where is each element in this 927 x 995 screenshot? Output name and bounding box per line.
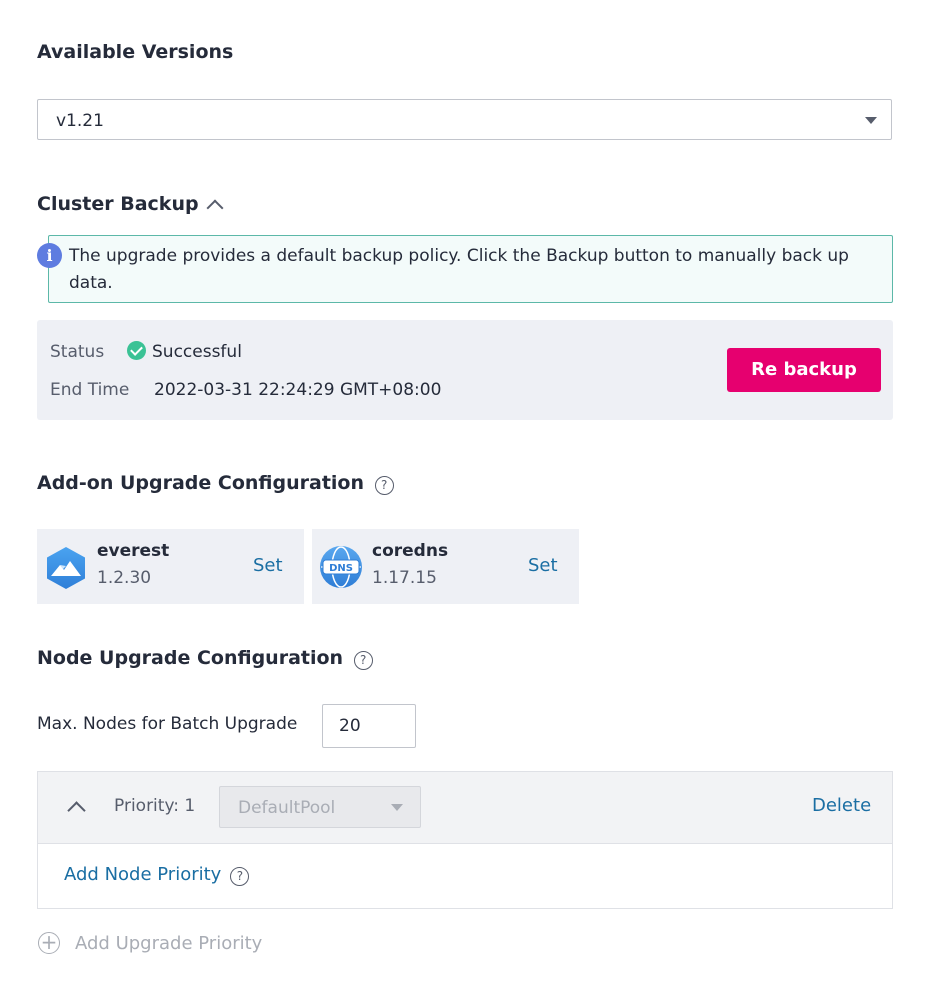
help-icon[interactable]: ? <box>374 476 394 495</box>
add-node-priority-link[interactable]: Add Node Priority <box>64 864 221 885</box>
max-nodes-label: Max. Nodes for Batch Upgrade <box>37 714 298 734</box>
add-node-priority-row: Add Node Priority ? <box>64 864 250 886</box>
priority-panel: Priority: 1 DefaultPool Delete Add Node … <box>37 771 893 909</box>
help-icon[interactable]: ? <box>353 651 373 670</box>
end-time-value: 2022-03-31 22:24:29 GMT+08:00 <box>154 380 442 400</box>
end-time-label: End Time <box>50 380 130 400</box>
delete-priority-link[interactable]: Delete <box>812 795 871 816</box>
node-pool-select[interactable]: DefaultPool <box>219 786 421 828</box>
rebackup-button[interactable]: Re backup <box>727 348 881 392</box>
add-upgrade-priority-button[interactable]: Add Upgrade Priority <box>75 933 262 954</box>
version-select-value: v1.21 <box>56 111 104 131</box>
priority-label: Priority: 1 <box>114 796 196 816</box>
info-icon: i <box>37 243 62 268</box>
addon-name: coredns <box>372 541 449 561</box>
priority-header: Priority: 1 DefaultPool Delete <box>38 772 892 844</box>
dns-icon-text: DNS <box>329 563 353 574</box>
addon-card-everest: everest 1.2.30 Set <box>37 529 304 604</box>
cluster-backup-title: Cluster Backup <box>37 193 199 215</box>
addon-card-coredns: DNS coredns 1.17.15 Set <box>312 529 579 604</box>
success-check-icon <box>127 341 146 360</box>
addon-config-title: Add-on Upgrade Configuration <box>37 472 365 494</box>
cluster-backup-header[interactable]: Cluster Backup <box>37 193 224 217</box>
addon-version: 1.2.30 <box>97 568 152 588</box>
backup-info-box: The upgrade provides a default backup po… <box>48 235 893 303</box>
chevron-up-icon[interactable] <box>206 199 224 217</box>
chevron-up-icon[interactable] <box>67 801 86 820</box>
node-config-title: Node Upgrade Configuration <box>37 647 344 669</box>
plus-circle-icon[interactable]: + <box>38 932 60 954</box>
caret-down-icon <box>391 804 403 811</box>
addon-set-link[interactable]: Set <box>528 555 558 576</box>
help-icon[interactable]: ? <box>230 867 250 886</box>
addon-version: 1.17.15 <box>372 568 437 588</box>
available-versions-title: Available Versions <box>37 41 234 63</box>
node-pool-value: DefaultPool <box>238 798 336 818</box>
dns-icon: DNS <box>320 546 362 588</box>
version-select[interactable]: v1.21 <box>37 99 892 140</box>
caret-down-icon <box>865 117 877 124</box>
addon-name: everest <box>97 541 170 561</box>
everest-icon <box>47 547 85 589</box>
status-value: Successful <box>152 342 242 362</box>
backup-info-text: The upgrade provides a default backup po… <box>69 246 849 293</box>
addon-config-header: Add-on Upgrade Configuration ? <box>37 472 394 495</box>
addon-set-link[interactable]: Set <box>253 555 283 576</box>
status-label: Status <box>50 342 105 362</box>
max-nodes-input[interactable]: 20 <box>322 704 416 748</box>
status-indicator <box>127 341 146 364</box>
node-config-header: Node Upgrade Configuration ? <box>37 647 373 670</box>
